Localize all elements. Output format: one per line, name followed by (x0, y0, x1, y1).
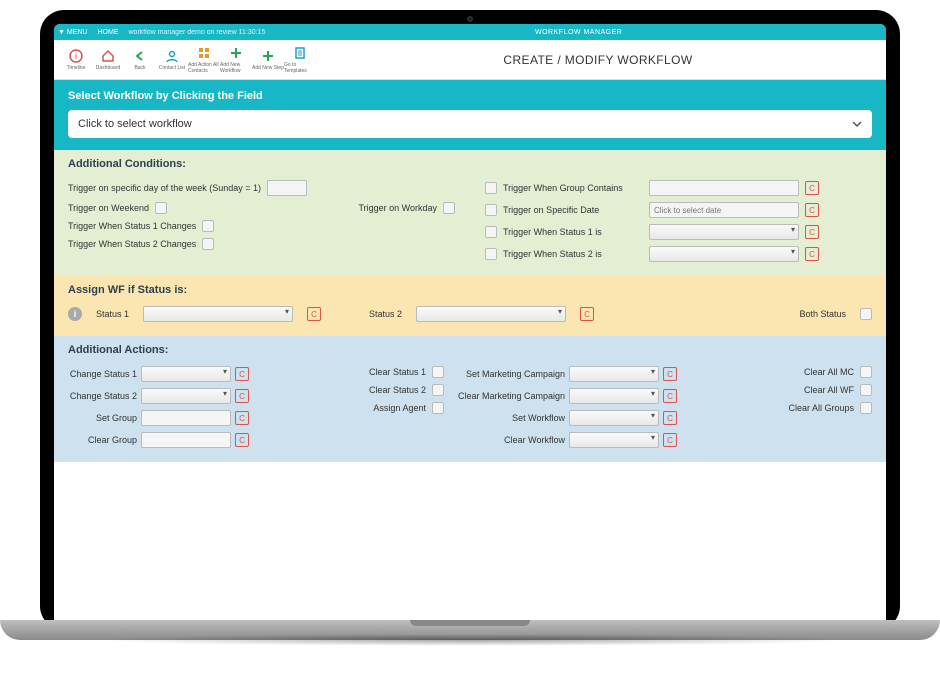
clear-btn[interactable]: C (805, 247, 819, 261)
action-select[interactable] (141, 388, 231, 404)
cond-checkbox[interactable] (485, 182, 497, 194)
workflow-select-placeholder: Click to select workflow (78, 118, 192, 130)
app-screen: ▼ MENU HOME workflow manager demo on rev… (54, 24, 886, 630)
action-select[interactable] (141, 366, 231, 382)
clear-btn[interactable]: C (805, 225, 819, 239)
both-status-label: Both Status (799, 309, 846, 319)
status2-select[interactable] (416, 306, 566, 322)
cond-checkbox[interactable] (485, 248, 497, 260)
laptop-base (0, 620, 940, 640)
laptop-camera (467, 16, 473, 22)
both-status-checkbox[interactable] (860, 308, 872, 320)
menu-button[interactable]: ▼ MENU (58, 29, 88, 36)
cond-checkbox[interactable] (443, 202, 455, 214)
assign-section: Assign WF if Status is: i Status 1 C Sta… (54, 276, 886, 336)
clear-btn[interactable]: C (663, 411, 677, 425)
clear-btn[interactable]: C (805, 181, 819, 195)
page-title: CREATE / MODIFY WORKFLOW (316, 53, 880, 67)
tool-contact-list[interactable]: Contact List (156, 46, 188, 74)
actions-section: Additional Actions: Change Status 1CChan… (54, 336, 886, 462)
action-checkbox[interactable] (860, 366, 872, 378)
cond-select[interactable] (649, 246, 799, 262)
action-checkbox[interactable] (432, 402, 444, 414)
action-select[interactable] (569, 366, 659, 382)
action-text[interactable] (141, 410, 231, 426)
assign-heading: Assign WF if Status is: (68, 284, 872, 296)
status2-label: Status 2 (369, 309, 402, 319)
actions-heading: Additional Actions: (68, 344, 872, 356)
home-link[interactable]: HOME (98, 29, 119, 36)
clear-btn[interactable]: C (663, 389, 677, 403)
tool-go-to-templates[interactable]: Go to Templates (284, 46, 316, 74)
cond-text[interactable] (649, 202, 799, 218)
status-text: workflow manager demo on review 11:30:15 (129, 29, 266, 36)
action-text[interactable] (141, 432, 231, 448)
status1-label: Status 1 (96, 309, 129, 319)
clear-btn[interactable]: C (663, 433, 677, 447)
chevron-down-icon (852, 119, 862, 129)
clear-btn[interactable]: C (663, 367, 677, 381)
cond-input[interactable] (267, 180, 307, 196)
select-workflow-section: Select Workflow by Clicking the Field Cl… (54, 80, 886, 150)
cond-checkbox[interactable] (485, 204, 497, 216)
clear-btn[interactable]: C (235, 389, 249, 403)
cond-text[interactable] (649, 180, 799, 196)
info-icon[interactable]: i (68, 307, 82, 321)
action-select[interactable] (569, 432, 659, 448)
cond-checkbox[interactable] (485, 226, 497, 238)
tool-timeline[interactable]: iTimeline (60, 46, 92, 74)
svg-text:i: i (75, 51, 77, 61)
action-checkbox[interactable] (860, 402, 872, 414)
action-select[interactable] (569, 388, 659, 404)
tool-add-new-workflow[interactable]: Add New Workflow (220, 46, 252, 74)
action-checkbox[interactable] (432, 366, 444, 378)
clear-btn[interactable]: C (235, 411, 249, 425)
app-title: WORKFLOW MANAGER (535, 29, 622, 36)
clear-status2-btn[interactable]: C (580, 307, 594, 321)
clear-btn[interactable]: C (235, 367, 249, 381)
action-checkbox[interactable] (432, 384, 444, 396)
clear-btn[interactable]: C (805, 203, 819, 217)
conditions-section: Additional Conditions: Trigger on specif… (54, 150, 886, 276)
action-select[interactable] (569, 410, 659, 426)
cond-select[interactable] (649, 224, 799, 240)
workflow-select[interactable]: Click to select workflow (68, 110, 872, 138)
status1-select[interactable] (143, 306, 293, 322)
conditions-heading: Additional Conditions: (68, 158, 872, 170)
tool-dashboard[interactable]: Dashboard (92, 46, 124, 74)
cond-checkbox[interactable] (202, 238, 214, 250)
tool-add-action-all-contacts[interactable]: Add Action All Contacts (188, 46, 220, 74)
cond-checkbox[interactable] (155, 202, 167, 214)
cond-checkbox[interactable] (202, 220, 214, 232)
tool-back[interactable]: Back (124, 46, 156, 74)
clear-status1-btn[interactable]: C (307, 307, 321, 321)
app-topbar: ▼ MENU HOME workflow manager demo on rev… (54, 24, 886, 40)
tool-add-new-step[interactable]: Add New Step (252, 46, 284, 74)
action-checkbox[interactable] (860, 384, 872, 396)
toolbar: iTimelineDashboardBackContact ListAdd Ac… (54, 40, 886, 80)
select-workflow-heading: Select Workflow by Clicking the Field (68, 90, 872, 102)
clear-btn[interactable]: C (235, 433, 249, 447)
